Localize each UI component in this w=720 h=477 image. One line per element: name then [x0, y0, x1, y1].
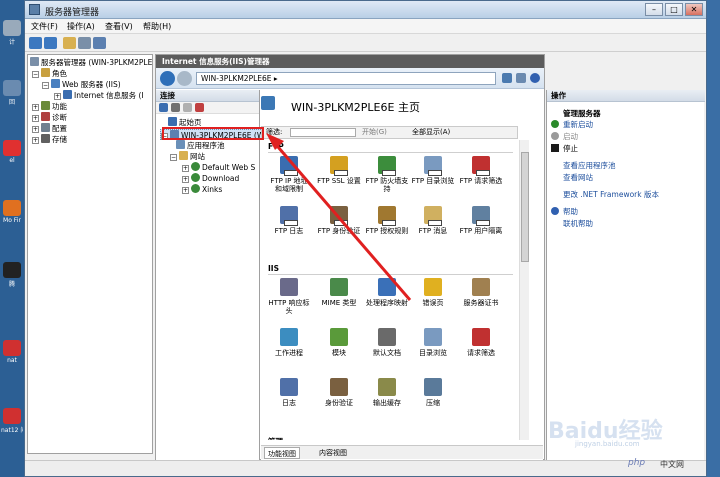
php-logo: php [628, 458, 646, 468]
arrow-head [266, 133, 284, 150]
arrow-line [270, 139, 412, 301]
php-site-label: 中文网 [660, 460, 684, 469]
annotation-arrow [266, 133, 412, 301]
baidu-watermark-url: jingyan.baidu.com [575, 440, 640, 448]
